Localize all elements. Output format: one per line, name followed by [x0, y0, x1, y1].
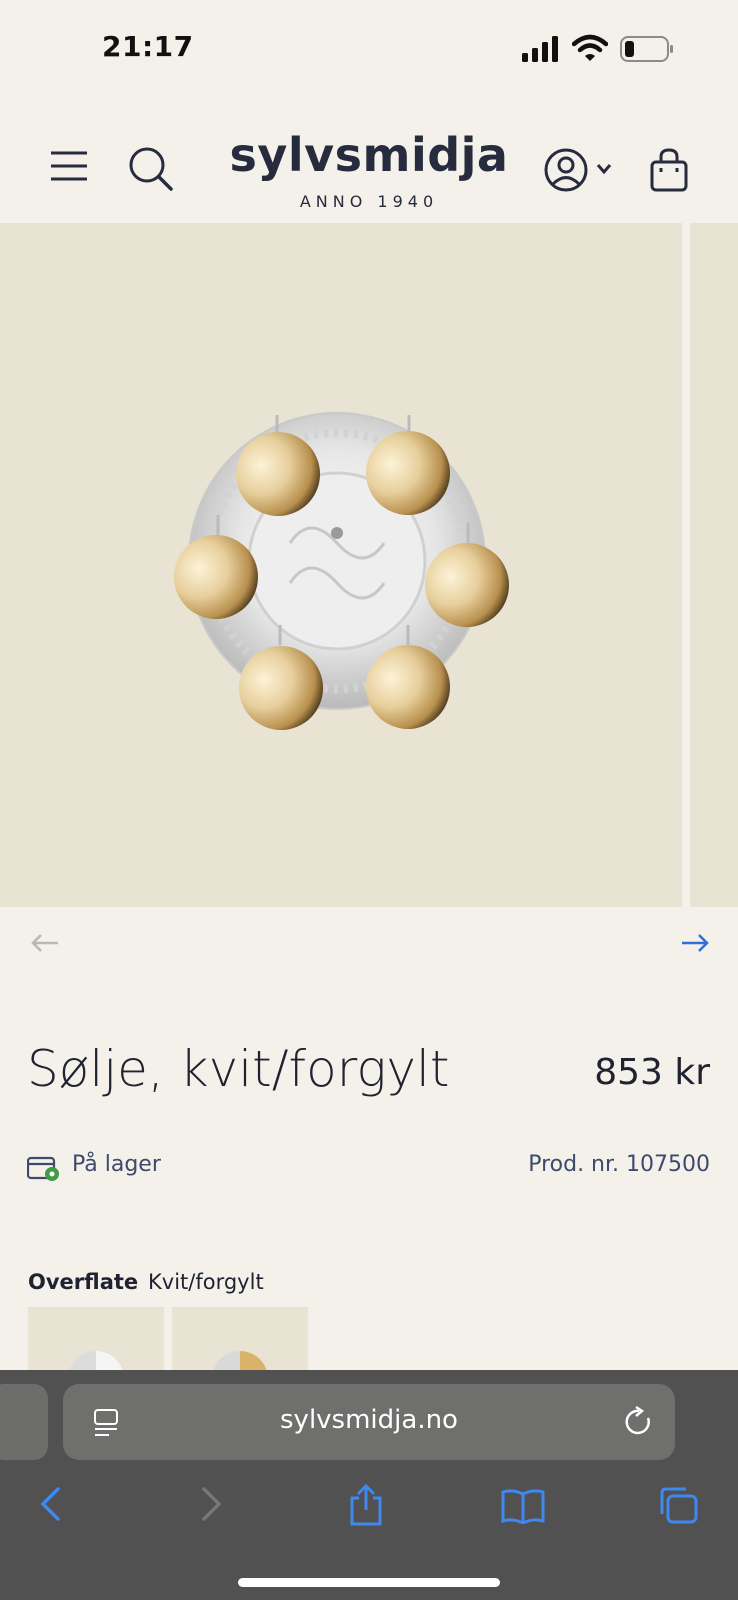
battery-icon — [620, 36, 673, 62]
account-icon[interactable] — [544, 148, 588, 192]
brand-logo[interactable]: sylvsmidja — [0, 128, 738, 182]
swatch-kvit-forgylt[interactable] — [172, 1307, 308, 1377]
url-text[interactable]: sylvsmidja.no — [63, 1405, 675, 1435]
share-icon[interactable] — [348, 1484, 384, 1526]
stock-icon — [27, 1156, 59, 1181]
brand-tagline: ANNO 1940 — [299, 192, 439, 211]
arrow-right-icon[interactable] — [680, 932, 710, 954]
tabs-icon[interactable] — [658, 1486, 700, 1526]
next-image-peek[interactable] — [690, 223, 738, 907]
bookmarks-icon[interactable] — [500, 1488, 546, 1524]
status-time: 21:17 — [102, 30, 194, 63]
swatch-kvit[interactable] — [28, 1307, 164, 1377]
product-number: Prod. nr. 107500 — [528, 1152, 710, 1177]
back-icon[interactable] — [38, 1486, 62, 1522]
reload-icon[interactable] — [624, 1406, 654, 1438]
product-image-slide[interactable] — [0, 223, 682, 907]
stock-status: På lager — [72, 1152, 161, 1177]
wifi-icon — [572, 34, 608, 61]
product-image — [174, 412, 509, 730]
option-selected-value: Kvit/forgylt — [148, 1270, 264, 1294]
chevron-down-icon[interactable] — [596, 163, 612, 175]
product-title: Sølje, kvit/forgylt — [27, 1040, 450, 1098]
previous-tab[interactable] — [0, 1384, 48, 1460]
home-indicator[interactable] — [238, 1578, 500, 1587]
forward-icon[interactable] — [200, 1486, 224, 1522]
signal-icon — [522, 36, 558, 62]
product-price: 853 kr — [594, 1052, 710, 1093]
bag-icon[interactable] — [649, 148, 689, 192]
arrow-left-icon[interactable] — [30, 932, 60, 954]
option-label: Overflate — [28, 1270, 139, 1294]
